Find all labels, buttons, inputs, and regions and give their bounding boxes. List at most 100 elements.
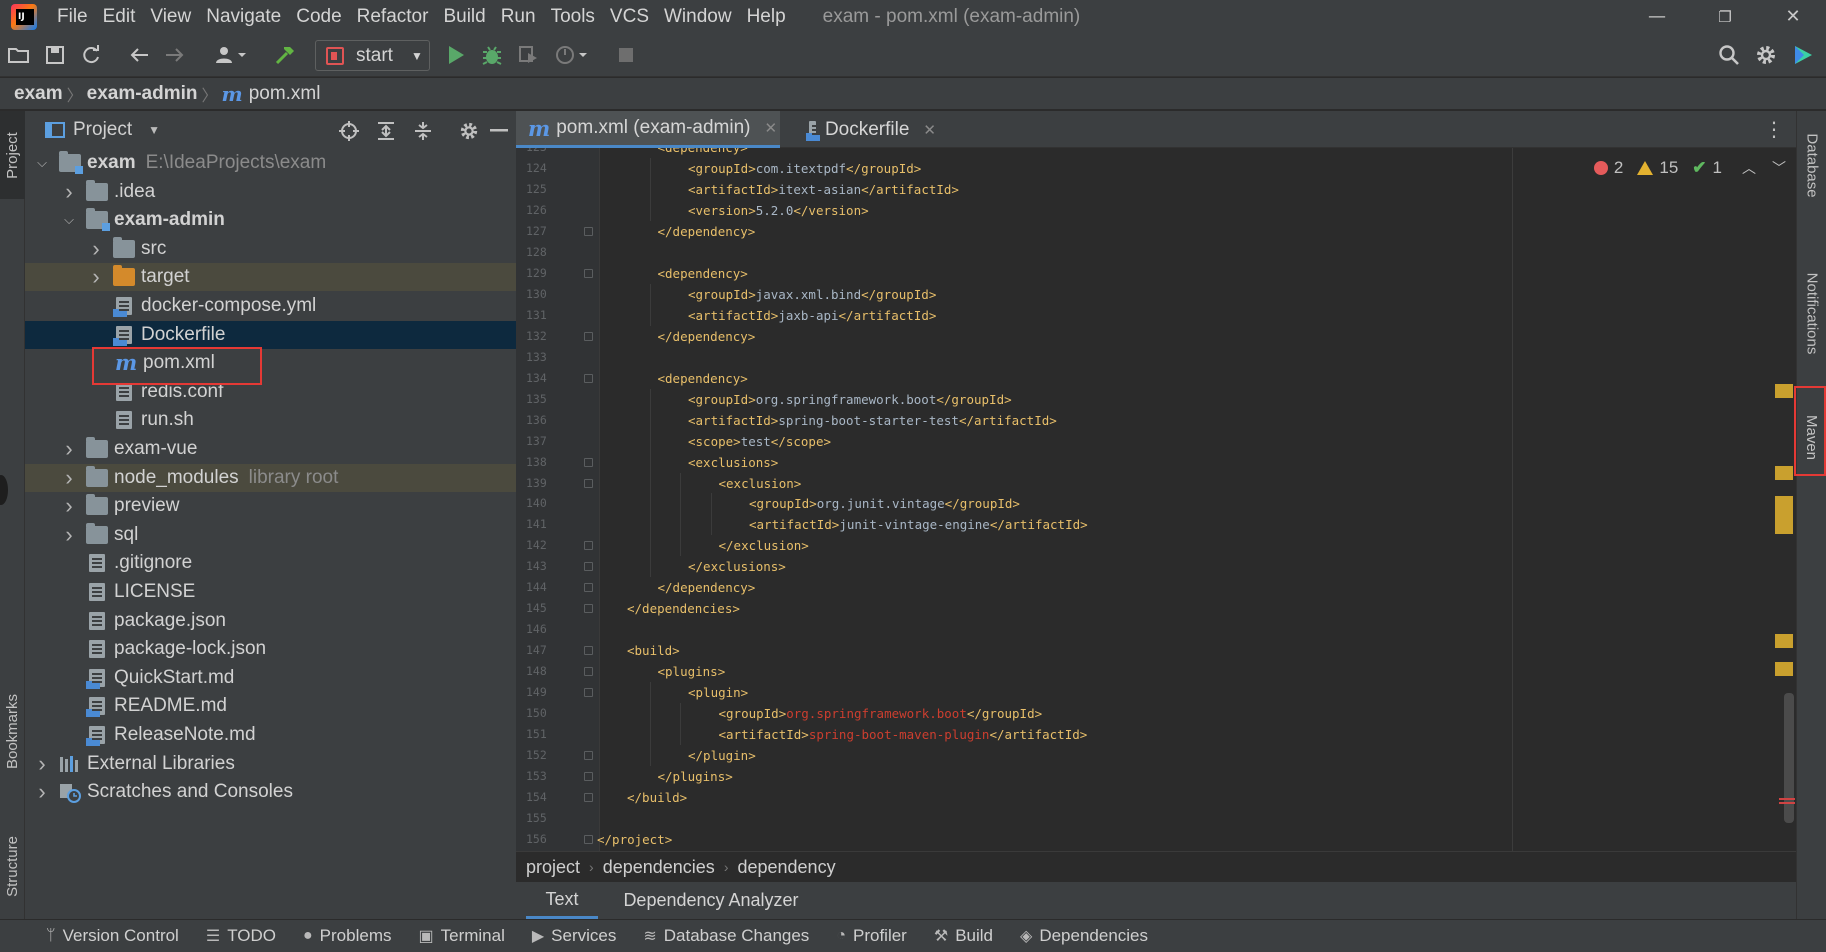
database-tool-tab[interactable]: Database [1797,117,1826,213]
settings-gear-icon[interactable] [1753,42,1779,68]
tree-item[interactable]: › src [25,235,516,263]
code-line[interactable]: 144 </dependency> [516,577,1796,598]
collapse-all-icon[interactable] [411,119,435,143]
tree-item[interactable]: docker-compose.yml [25,292,516,320]
fold-marker-icon[interactable] [584,583,593,593]
editor-scrollbar[interactable] [1784,693,1794,823]
project-view-title[interactable]: Project [73,119,132,141]
fold-marker-icon[interactable] [584,793,593,803]
tree-item[interactable]: Dockerfile [25,320,516,349]
tree-item[interactable]: › target [25,263,516,292]
code-line[interactable]: 133 [516,347,1796,368]
code-line[interactable]: 147 <build> [516,640,1796,661]
more-tabs-kebab-icon[interactable]: ⋮ [1764,119,1784,139]
code-line[interactable]: 152 </plugin> [516,745,1796,767]
search-everywhere-icon[interactable] [1716,42,1742,68]
tree-item[interactable]: redis.conf [25,378,516,406]
code-line[interactable]: 149 <plugin> [516,682,1796,704]
run-configuration-selector[interactable]: start ▼ [315,40,430,71]
breadcrumb-pom-xml[interactable]: pom.xml [249,83,321,105]
back-arrow-icon[interactable] [126,42,152,68]
chevron-right-icon[interactable]: › [60,493,78,519]
notifications-tool-tab[interactable]: Notifications [1797,243,1826,383]
code-line[interactable]: 156 </project> [516,829,1796,850]
code-line[interactable]: 129 <dependency> [516,263,1796,284]
fold-marker-icon[interactable] [584,751,593,761]
code-line[interactable]: 127 </dependency> [516,221,1796,242]
chevron-right-icon[interactable]: › [60,522,78,548]
inspection-widget[interactable]: 2 15 ✔ 1 ︿ ﹀ [1593,158,1786,178]
crumb-dependencies[interactable]: dependencies [603,857,715,878]
bookmarks-tool-tab[interactable]: Bookmarks [0,671,25,791]
code-line[interactable]: 141 <artifactId>junit-vintage-engine</art… [516,514,1796,536]
menu-tools[interactable]: Tools [551,6,595,28]
next-highlight-chevron-down-icon[interactable]: ﹀ [1772,158,1786,178]
menu-refactor[interactable]: Refactor [357,6,429,28]
code-line[interactable]: 134 <dependency> [516,368,1796,389]
previous-highlight-chevron-up-icon[interactable]: ︿ [1742,158,1756,178]
tree-item[interactable]: LICENSE [25,578,516,606]
code-line[interactable]: 130 <groupId>javax.xml.bind</groupId> [516,283,1796,305]
menu-help[interactable]: Help [747,6,786,28]
chevron-right-icon[interactable]: › [87,236,105,262]
code-line[interactable]: 139 <exclusion> [516,472,1796,494]
user-dropdown-icon[interactable] [212,42,252,68]
fold-marker-icon[interactable] [584,457,593,467]
fold-marker-icon[interactable] [584,373,593,383]
menu-build[interactable]: Build [443,6,485,28]
code-line[interactable]: 132 </dependency> [516,326,1796,347]
code-line[interactable]: 155 [516,808,1796,829]
menu-edit[interactable]: Edit [103,6,136,28]
code-line[interactable]: 128 [516,242,1796,263]
tree-item[interactable]: package.json [25,607,516,635]
fold-marker-icon[interactable] [584,268,593,278]
code-line[interactable]: 142 </exclusion> [516,535,1796,557]
code-line[interactable]: 137 <scope>test</scope> [516,430,1796,452]
fold-marker-icon[interactable] [584,541,593,551]
error-stripe-marker[interactable] [1779,798,1795,800]
code-line[interactable]: 126 <version>5.2.0</version> [516,199,1796,221]
tree-item[interactable]: › Scratches and Consoles [25,778,516,806]
forward-arrow-icon[interactable] [162,42,188,68]
tree-item[interactable]: › node_modules library root [25,463,516,492]
code-line[interactable]: 143 </exclusions> [516,556,1796,578]
code-line[interactable]: 123 <dependency> [516,148,1796,158]
restore-button[interactable]: ❐ [1700,0,1750,33]
breadcrumb-exam-admin[interactable]: exam-admin [87,83,198,105]
tab-text[interactable]: Text [526,882,598,919]
fold-marker-icon[interactable] [584,604,593,614]
tree-item[interactable]: › exam-vue [25,435,516,463]
structure-tool-tab[interactable]: Structure [0,811,25,921]
warning-stripe-marker[interactable] [1775,384,1793,398]
tree-item[interactable]: ⌵ exam E:\IdeaProjects\exam [25,149,516,177]
tree-item[interactable]: m pom.xml [25,349,516,377]
tool-tab-todo[interactable]: ☰ TODO [206,926,276,946]
close-window-button[interactable]: ✕ [1768,0,1818,33]
code-line[interactable]: 136 <artifactId>spring-boot-starter-test<… [516,409,1796,431]
tool-tab-terminal[interactable]: ▣ Terminal [418,926,504,946]
fold-marker-icon[interactable] [584,688,593,698]
code-line[interactable]: 146 [516,619,1796,640]
run-with-coverage-icon[interactable] [515,42,541,68]
close-tab-icon[interactable]: ✕ [923,121,936,139]
tab-dockerfile[interactable]: Dockerfile ✕ [786,111,936,148]
tool-tab-version-control[interactable]: ᛘ Version Control [46,926,179,946]
tree-item[interactable]: › preview [25,492,516,520]
fold-marker-icon[interactable] [584,562,593,572]
code-line[interactable]: 140 <groupId>org.junit.vintage</groupId> [516,493,1796,515]
tool-tab-database-changes[interactable]: ≋ Database Changes [643,926,809,946]
tree-item[interactable]: run.sh [25,406,516,434]
panel-settings-gear-icon[interactable] [457,119,481,143]
build-hammer-icon[interactable] [272,42,298,68]
open-folder-icon[interactable] [6,42,32,68]
view-dropdown-chevron-down-icon[interactable]: ▼ [148,123,160,137]
warning-stripe-marker[interactable] [1775,496,1793,534]
save-all-icon[interactable] [42,42,68,68]
hide-panel-minus-icon[interactable] [487,119,511,143]
stop-icon[interactable] [613,42,639,68]
chevron-right-icon[interactable]: › [87,264,105,290]
code-line[interactable]: 125 <artifactId>itext-asian</artifactId> [516,178,1796,200]
fold-marker-icon[interactable] [584,835,593,844]
code-line[interactable]: 151 <artifactId>spring-boot-maven-plugin<… [516,724,1796,746]
tree-item[interactable]: package-lock.json [25,635,516,663]
